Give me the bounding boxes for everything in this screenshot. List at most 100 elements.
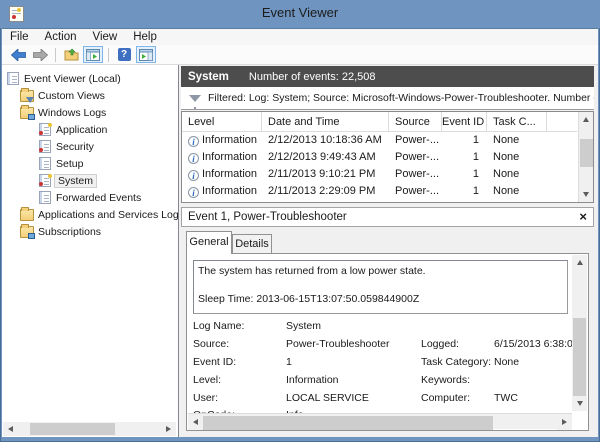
- tree-item-event-viewer-local[interactable]: Event Viewer (Local): [6, 70, 121, 87]
- field-value: Information: [286, 374, 339, 386]
- preview-vertical-scrollbar[interactable]: [572, 255, 587, 411]
- scrollbar-thumb[interactable]: [573, 318, 586, 396]
- field-label: Logged:: [421, 338, 459, 350]
- tree-item-label: Custom Views: [38, 90, 105, 102]
- tree-item-custom-views[interactable]: Custom Views: [20, 87, 105, 104]
- toolbar-separator: [108, 48, 109, 62]
- tree-item-setup[interactable]: Setup: [38, 155, 83, 172]
- column-header-level[interactable]: Level: [182, 112, 262, 132]
- events-table-vertical-scrollbar[interactable]: [578, 112, 593, 202]
- scrollbar-thumb[interactable]: [580, 139, 593, 167]
- preview-horizontal-scrollbar[interactable]: [188, 413, 572, 429]
- events-table: Level Date and Time Source Event ID Task…: [181, 111, 594, 203]
- menu-file[interactable]: File: [2, 30, 37, 44]
- filter-funnel-icon: [189, 95, 201, 102]
- column-header-event-id[interactable]: Event ID: [442, 112, 487, 132]
- tree-item-label: Subscriptions: [38, 226, 101, 238]
- column-header-source[interactable]: Source: [389, 112, 442, 132]
- log-header-bar: System Number of events: 22,508: [181, 66, 594, 87]
- close-preview-icon[interactable]: ×: [579, 209, 587, 224]
- field-label: Source:: [193, 338, 229, 350]
- help-icon: ?: [118, 48, 131, 61]
- scroll-down-icon[interactable]: [572, 396, 587, 411]
- tree-item-label: Windows Logs: [38, 107, 106, 119]
- console-tree-toggle-button[interactable]: [83, 46, 103, 63]
- scrollbar-thumb[interactable]: [30, 423, 115, 435]
- back-button[interactable]: [8, 46, 28, 63]
- event-row[interactable]: iInformation 2/12/2013 10:18:36 AM Power…: [182, 132, 577, 149]
- column-header-filler: [547, 112, 577, 132]
- scroll-down-icon[interactable]: [579, 187, 594, 202]
- preview-title: Event 1, Power-Troubleshooter: [188, 211, 347, 223]
- scroll-up-icon[interactable]: [579, 112, 594, 127]
- tree-item-applications-and-services-logs[interactable]: Applications and Services Logs: [20, 206, 179, 223]
- event-viewer-window: Event Viewer File Action View Help: [0, 0, 600, 442]
- subscriptions-folder-icon: [20, 225, 34, 238]
- scrollbar-track[interactable]: [18, 422, 161, 436]
- scrollbar-thumb[interactable]: [203, 416, 493, 430]
- preview-pane-header: Event 1, Power-Troubleshooter ×: [181, 207, 594, 227]
- open-folder-icon: [64, 48, 79, 61]
- tree-item-windows-logs[interactable]: Windows Logs: [20, 104, 106, 121]
- field-row: Event ID: 1 Task Category: None: [187, 356, 572, 372]
- scrollbar-track[interactable]: [203, 415, 557, 429]
- window-title: Event Viewer: [0, 5, 600, 20]
- scroll-left-icon[interactable]: [3, 422, 18, 436]
- field-label: Log Name:: [193, 320, 244, 332]
- tab-general[interactable]: General: [186, 231, 232, 254]
- tree-item-application[interactable]: Application: [38, 121, 107, 138]
- scroll-up-icon[interactable]: [572, 255, 587, 270]
- sleep-time: Sleep Time: 2013-06-15T13:07:50.05984490…: [198, 293, 419, 305]
- event-log-icon: [38, 174, 52, 187]
- filter-notification-bar[interactable]: Filtered: Log: System; Source: Microsoft…: [181, 87, 594, 110]
- column-header-task-category[interactable]: Task C...: [487, 112, 547, 132]
- plain-log-icon: [38, 191, 52, 204]
- menu-action[interactable]: Action: [37, 30, 85, 44]
- information-icon: i: [188, 136, 199, 147]
- field-value: TWC: [494, 392, 518, 404]
- field-label: Level:: [193, 374, 221, 386]
- field-value: None: [494, 356, 519, 368]
- tree-item-label: Applications and Services Logs: [38, 209, 179, 221]
- tree-item-label: Event Viewer (Local): [24, 73, 121, 85]
- tree-item-label: System: [54, 174, 97, 188]
- event-row[interactable]: iInformation 2/11/2013 2:29:09 PM Power-…: [182, 183, 577, 200]
- tree-item-forwarded-events[interactable]: Forwarded Events: [38, 189, 141, 206]
- scrollbar-track[interactable]: [579, 127, 594, 187]
- tree-item-system[interactable]: System: [38, 172, 97, 189]
- event-description-box[interactable]: The system has returned from a low power…: [193, 260, 568, 314]
- scroll-right-icon[interactable]: [161, 422, 176, 436]
- scroll-right-icon[interactable]: [557, 414, 572, 430]
- action-pane-toggle-button[interactable]: [136, 46, 156, 63]
- events-table-header: Level Date and Time Source Event ID Task…: [182, 112, 577, 132]
- tab-details[interactable]: Details: [232, 234, 272, 254]
- tree-item-security[interactable]: Security: [38, 138, 94, 155]
- tree-item-subscriptions[interactable]: Subscriptions: [20, 223, 101, 240]
- information-icon: i: [188, 170, 199, 181]
- event-viewer-node-icon: [6, 72, 20, 85]
- general-tab-page: The system has returned from a low power…: [186, 253, 589, 431]
- field-label: Computer:: [421, 392, 470, 404]
- custom-views-folder-icon: [20, 89, 34, 102]
- scroll-left-icon[interactable]: [188, 414, 203, 430]
- scrollbar-track[interactable]: [572, 270, 587, 396]
- help-button[interactable]: ?: [114, 46, 134, 63]
- field-row: User: LOCAL SERVICE Computer: TWC: [187, 392, 572, 408]
- field-label: Keywords:: [421, 374, 470, 386]
- log-name: System: [188, 71, 229, 83]
- column-header-datetime[interactable]: Date and Time: [262, 112, 389, 132]
- tree-horizontal-scrollbar[interactable]: [3, 422, 176, 436]
- console-tree-icon: [86, 49, 100, 61]
- services-logs-folder-icon: [20, 208, 34, 221]
- export-button[interactable]: [61, 46, 81, 63]
- field-row: Log Name: System: [187, 320, 572, 336]
- menu-view[interactable]: View: [85, 30, 126, 44]
- toolbar-separator: [55, 48, 56, 62]
- event-row[interactable]: iInformation 2/12/2013 9:49:43 AM Power-…: [182, 149, 577, 166]
- menu-help[interactable]: Help: [125, 30, 165, 44]
- forward-arrow-icon: [33, 49, 48, 61]
- forward-button[interactable]: [30, 46, 50, 63]
- field-value: LOCAL SERVICE: [286, 392, 369, 404]
- field-value: 6/15/2013 6:38:04: [494, 338, 579, 350]
- event-row[interactable]: iInformation 2/11/2013 9:10:21 PM Power-…: [182, 166, 577, 183]
